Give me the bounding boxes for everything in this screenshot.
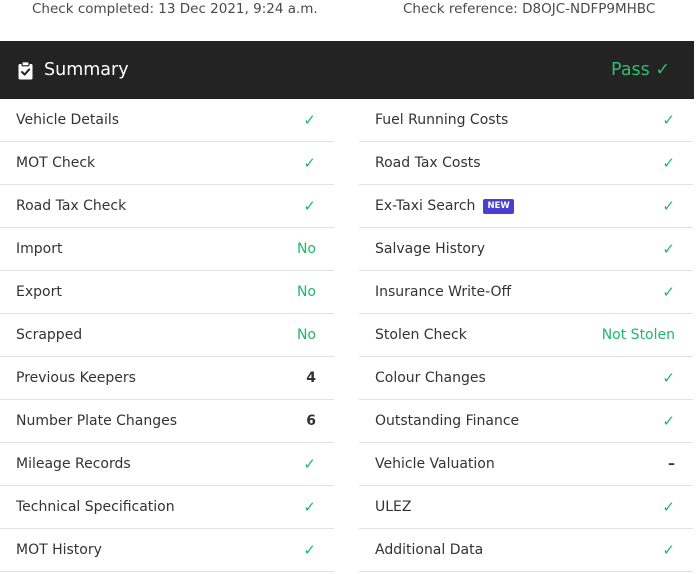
row-value: Not Stolen bbox=[601, 327, 675, 343]
check-icon: ✓ bbox=[662, 154, 675, 172]
summary-row-import: Import No bbox=[0, 228, 334, 271]
summary-row-ulez: ULEZ ✓ bbox=[359, 486, 693, 529]
row-value: 4 bbox=[306, 370, 316, 386]
summary-row-road-tax-check: Road Tax Check ✓ bbox=[0, 185, 334, 228]
check-icon: ✓ bbox=[662, 498, 675, 516]
check-icon: ✓ bbox=[303, 154, 316, 172]
summary-row-fuel-running-costs: Fuel Running Costs ✓ bbox=[359, 99, 693, 142]
summary-row-outstanding-finance: Outstanding Finance ✓ bbox=[359, 400, 693, 443]
row-label: Import bbox=[16, 241, 63, 257]
row-label: Export bbox=[16, 284, 62, 300]
summary-row-vehicle-details: Vehicle Details ✓ bbox=[0, 99, 334, 142]
summary-row-vehicle-valuation: Vehicle Valuation – bbox=[359, 443, 693, 486]
row-label: Fuel Running Costs bbox=[375, 112, 509, 128]
summary-row-ex-taxi-search: Ex-Taxi Search NEW ✓ bbox=[359, 185, 693, 228]
row-value: 6 bbox=[306, 413, 316, 429]
row-value: No bbox=[296, 241, 316, 257]
check-reference-text: Check reference: D8OJC-NDFP9MHBC bbox=[403, 1, 656, 17]
check-icon: ✓ bbox=[662, 111, 675, 129]
check-completed-text: Check completed: 13 Dec 2021, 9:24 a.m. bbox=[32, 1, 318, 17]
new-badge: NEW bbox=[483, 198, 514, 214]
row-label: MOT History bbox=[16, 542, 102, 558]
summary-row-stolen-check: Stolen Check Not Stolen bbox=[359, 314, 693, 357]
summary-row-salvage-history: Salvage History ✓ bbox=[359, 228, 693, 271]
summary-left-column: Vehicle Details ✓ MOT Check ✓ Road Tax Check… bbox=[0, 99, 334, 572]
row-label: Stolen Check bbox=[375, 327, 467, 343]
check-icon: ✓ bbox=[303, 455, 316, 473]
summary-row-previous-keepers: Previous Keepers 4 bbox=[0, 357, 334, 400]
check-meta: Check completed: 13 Dec 2021, 9:24 a.m. … bbox=[0, 0, 696, 41]
row-label: ULEZ bbox=[375, 499, 412, 515]
row-value: No bbox=[296, 284, 316, 300]
row-label: Vehicle Valuation bbox=[375, 456, 495, 472]
row-label: Road Tax Costs bbox=[375, 155, 481, 171]
summary-title: Summary bbox=[44, 60, 129, 80]
row-label: MOT Check bbox=[16, 155, 96, 171]
summary-status: Pass ✓ bbox=[611, 60, 670, 80]
row-value: No bbox=[296, 327, 316, 343]
summary-row-export: Export No bbox=[0, 271, 334, 314]
summary-row-colour-changes: Colour Changes ✓ bbox=[359, 357, 693, 400]
check-icon: ✓ bbox=[662, 240, 675, 258]
summary-row-mileage-records: Mileage Records ✓ bbox=[0, 443, 334, 486]
row-label: Colour Changes bbox=[375, 370, 486, 386]
check-icon: ✓ bbox=[303, 541, 316, 559]
row-label: Ex-Taxi Search bbox=[375, 198, 476, 214]
check-icon: ✓ bbox=[303, 498, 316, 516]
row-label: Mileage Records bbox=[16, 456, 131, 472]
summary-row-number-plate-changes: Number Plate Changes 6 bbox=[0, 400, 334, 443]
summary-row-scrapped: Scrapped No bbox=[0, 314, 334, 357]
check-icon: ✓ bbox=[303, 197, 316, 215]
summary-row-road-tax-costs: Road Tax Costs ✓ bbox=[359, 142, 693, 185]
check-icon: ✓ bbox=[662, 541, 675, 559]
row-label: Additional Data bbox=[375, 542, 484, 558]
row-label: Road Tax Check bbox=[16, 198, 127, 214]
row-label: Technical Specification bbox=[16, 499, 175, 515]
summary-row-mot-history: MOT History ✓ bbox=[0, 529, 334, 572]
row-label: Salvage History bbox=[375, 241, 485, 257]
row-label: Vehicle Details bbox=[16, 112, 120, 128]
summary-row-additional-data: Additional Data ✓ bbox=[359, 529, 693, 572]
check-icon: ✓ bbox=[303, 111, 316, 129]
row-label: Insurance Write-Off bbox=[375, 284, 512, 300]
check-icon: ✓ bbox=[662, 197, 675, 215]
summary-header: Summary Pass ✓ bbox=[0, 41, 694, 99]
row-label: Outstanding Finance bbox=[375, 413, 520, 429]
check-icon: ✓ bbox=[662, 369, 675, 387]
summary-row-mot-check: MOT Check ✓ bbox=[0, 142, 334, 185]
summary-row-technical-specification: Technical Specification ✓ bbox=[0, 486, 334, 529]
row-value: – bbox=[668, 456, 675, 472]
row-label: Scrapped bbox=[16, 327, 83, 343]
row-label: Previous Keepers bbox=[16, 370, 136, 386]
check-icon: ✓ bbox=[662, 412, 675, 430]
clipboard-check-icon bbox=[17, 60, 34, 80]
summary-row-insurance-write-off: Insurance Write-Off ✓ bbox=[359, 271, 693, 314]
check-icon: ✓ bbox=[662, 283, 675, 301]
row-label: Number Plate Changes bbox=[16, 413, 178, 429]
summary-right-column: Fuel Running Costs ✓ Road Tax Costs ✓ Ex-Tax… bbox=[359, 99, 693, 572]
